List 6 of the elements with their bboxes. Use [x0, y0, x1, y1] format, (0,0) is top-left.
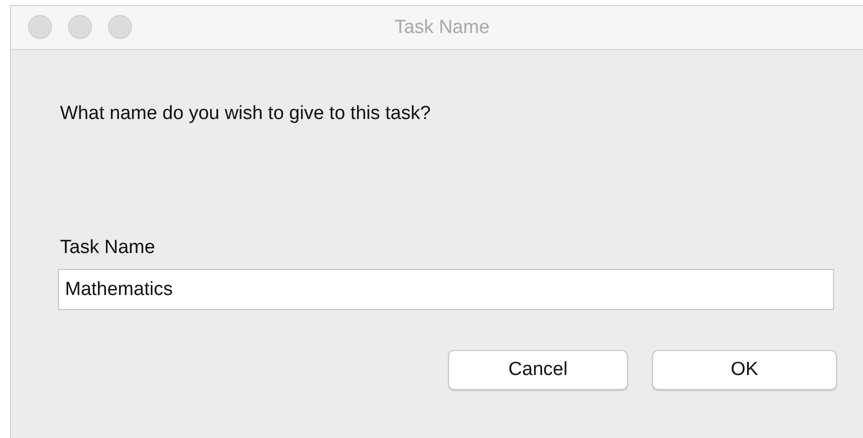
window-title: Task Name: [394, 16, 490, 38]
cancel-button[interactable]: Cancel: [448, 350, 628, 390]
ok-button[interactable]: OK: [652, 350, 837, 390]
field-label: Task Name: [60, 237, 156, 259]
prompt-text: What name do you wish to give to this task?: [60, 103, 432, 125]
task-name-field[interactable]: Mathematics: [58, 269, 834, 310]
